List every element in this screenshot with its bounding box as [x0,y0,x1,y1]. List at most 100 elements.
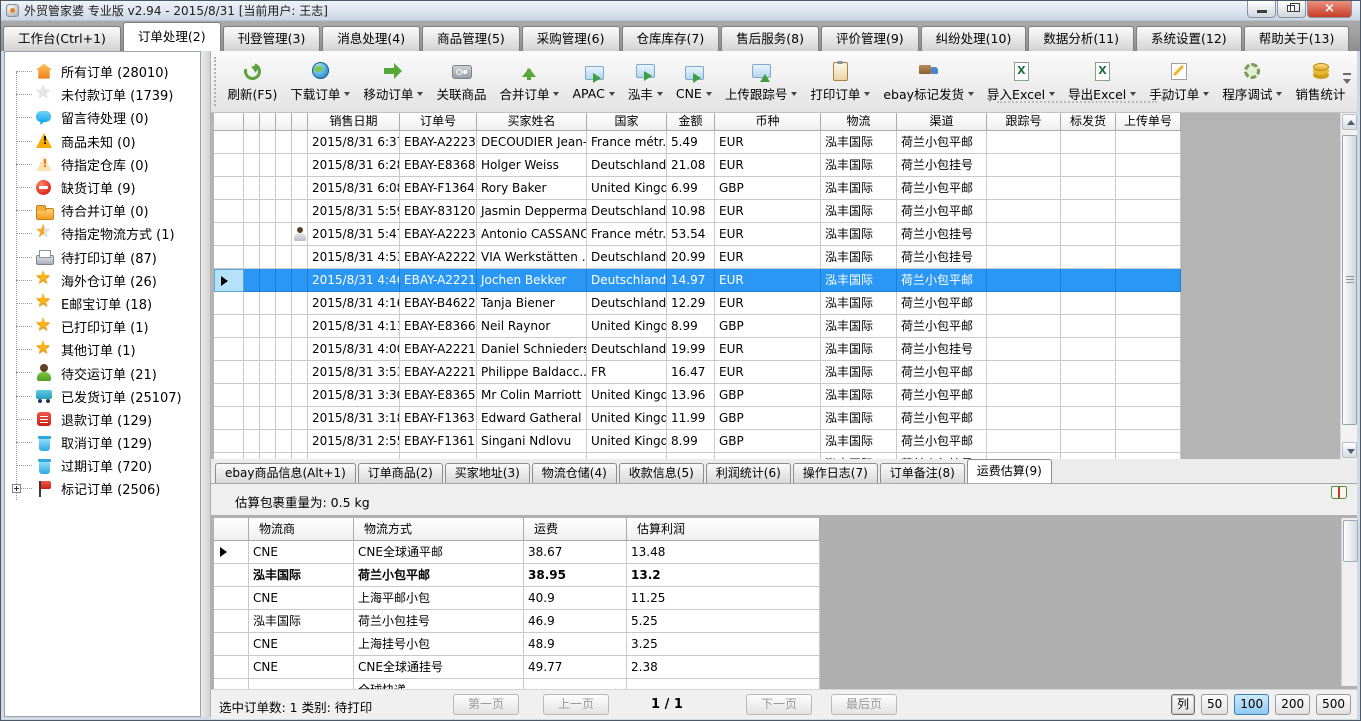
sidebar-item-messages-pending[interactable]: 留言待处理 (0) [5,106,200,129]
column-header-order_no[interactable]: 订单号 [400,113,477,131]
sidebar-item-unknown-product[interactable]: 商品未知 (0) [5,130,200,153]
table-row[interactable]: 2015/8/31 4:46EBAY-A22219Jochen BekkerDe… [214,269,1181,292]
table-row[interactable]: 2015/8/31 4:00EBAY-A22218Daniel Schniede… [214,338,1181,361]
sidebar-item-shipped-orders[interactable]: 已发货订单 (25107) [5,385,200,408]
column-header-profit[interactable]: 估算利润 [627,518,820,541]
shipping-row[interactable]: 全球快递 [214,679,820,689]
column-header-tracking[interactable]: 跟踪号 [987,113,1061,131]
restore-button[interactable] [1277,1,1306,18]
detail-tab-payment-info[interactable]: 收款信息(5) [619,463,704,483]
detail-tab-order-remarks[interactable]: 订单备注(8) [880,463,965,483]
sidebar-item-printed-orders[interactable]: 已打印订单 (1) [5,315,200,338]
menu-tab-aftersales[interactable]: 售后服务(8) [721,26,819,51]
table-row[interactable]: 2015/8/31 3:53EBAY-A22217Philippe Baldac… [214,361,1181,384]
last-page-button[interactable]: 最后页 [831,694,897,715]
table-row[interactable]: 2015/8/31 5:47EBAY-A22234Antonio CASSANO… [214,223,1181,246]
table-row[interactable]: 2015/8/31 3:18EBAY-F1363Edward GatheralU… [214,407,1181,430]
shipping-scrollbar[interactable] [1341,518,1357,686]
table-row[interactable]: 2015/8/31 2:55EBAY-F1361Singani NdlovuUn… [214,430,1181,453]
shipping-row[interactable]: CNE上海平邮小包40.911.25 [214,587,820,610]
ebay-mark-shipped-button[interactable]: ebay标记发货 [877,55,981,109]
column-header-buyer[interactable]: 买家姓名 [477,113,587,131]
page-size-button-500[interactable]: 500 [1316,694,1351,715]
column-header-fee[interactable]: 运费 [524,518,627,541]
prev-page-button[interactable]: 上一页 [543,694,609,715]
detail-tab-logistics-storage[interactable]: 物流仓储(4) [532,463,617,483]
sidebar-item-to-merge[interactable]: 待合并订单 (0) [5,199,200,222]
detail-tab-order-products[interactable]: 订单商品(2) [358,463,443,483]
menu-tab-disputes[interactable]: 纠纷处理(10) [921,26,1027,51]
table-row[interactable]: 2015/8/31 6:37EBAY-A22236DECOUDIER Jean-… [214,131,1181,154]
table-row[interactable]: 2015/8/31 4:11EBAY-E8366Neil RaynorUnite… [214,315,1181,338]
merge-orders-button[interactable]: 合并订单 [493,55,566,109]
sidebar-item-warehouse-unassigned[interactable]: 待指定仓库 (0) [5,153,200,176]
menu-tab-listing[interactable]: 刊登管理(3) [223,26,321,51]
page-size-button-200[interactable]: 200 [1275,694,1310,715]
sidebar-item-all-orders[interactable]: 所有订单 (28010) [5,60,200,83]
column-header-channel[interactable]: 渠道 [897,113,987,131]
column-header-logistics[interactable]: 物流 [821,113,897,131]
sidebar-item-cancelled-orders[interactable]: 取消订单 (129) [5,431,200,454]
menu-tab-reviews[interactable]: 评价管理(9) [821,26,919,51]
table-row[interactable]: 2015/8/31 4:53EBAY-A22220VIA Werkstätten… [214,246,1181,269]
apac-button[interactable]: APAC [566,55,621,109]
page-size-button-列[interactable]: 列 [1171,694,1195,715]
menu-tab-help[interactable]: 帮助关于(13) [1244,26,1350,51]
sidebar-item-overseas-warehouse[interactable]: 海外仓订单 (26) [5,269,200,292]
column-header-vendor[interactable]: 物流商 [249,518,354,541]
link-products-button[interactable]: 关联商品 [430,55,493,109]
detail-tab-ebay-product-info[interactable]: ebay商品信息(Alt+1) [215,463,356,483]
move-orders-button[interactable]: 移动订单 [357,55,430,109]
column-header-method[interactable]: 物流方式 [354,518,524,541]
scrollbar-thumb[interactable] [1342,135,1357,425]
menu-tab-settings[interactable]: 系统设置(12) [1136,26,1242,51]
column-header-country[interactable]: 国家 [587,113,667,131]
detail-tab-shipping-estimate[interactable]: 运费估算(9) [967,459,1052,483]
detail-tab-buyer-address[interactable]: 买家地址(3) [445,463,530,483]
menu-tab-analytics[interactable]: 数据分析(11) [1028,26,1134,51]
first-page-button[interactable]: 第一页 [453,694,519,715]
page-size-button-100[interactable]: 100 [1234,694,1269,715]
column-header-marked[interactable]: 标发货 [1061,113,1116,131]
table-row[interactable]: 2015/8/31 6:08EBAY-F1364Rory BakerUnited… [214,177,1181,200]
hongfeng-button[interactable]: 泓丰 [621,55,669,109]
table-row[interactable]: 2015/8/31 4:16EBAY-B4622Tanja BienerDeut… [214,292,1181,315]
menu-tab-orders[interactable]: 订单处理(2) [123,22,221,51]
table-row[interactable]: 2015/8/31 5:59EBAY-83120...Jasmin Depper… [214,200,1181,223]
sidebar-item-to-dispatch[interactable]: 待交运订单 (21) [5,361,200,384]
menu-tab-warehouse[interactable]: 仓库库存(7) [622,26,720,51]
sidebar-splitter[interactable] [201,51,211,717]
column-header-amount[interactable]: 金额 [667,113,715,131]
detail-tab-operation-log[interactable]: 操作日志(7) [793,463,878,483]
page-size-button-50[interactable]: 50 [1201,694,1228,715]
cne-button[interactable]: CNE [669,55,718,109]
shipping-row[interactable]: CNE上海挂号小包48.93.25 [214,633,820,656]
sidebar-item-other-orders[interactable]: 其他订单 (1) [5,338,200,361]
scroll-up-button[interactable] [1342,114,1357,130]
sidebar-item-logistics-unassigned[interactable]: 待指定物流方式 (1) [5,222,200,245]
table-row[interactable]: 2015/8/31 3:30EBAY-E8365Mr Colin Marriot… [214,384,1181,407]
menu-tab-workbench[interactable]: 工作台(Ctrl+1) [3,26,121,51]
detail-tab-profit-stats[interactable]: 利润统计(6) [706,463,791,483]
shipping-row[interactable]: 泓丰国际荷兰小包挂号46.95.25 [214,610,820,633]
close-button[interactable]: × [1307,1,1352,18]
sidebar-item-unpaid-orders[interactable]: 未付款订单 (1739) [5,83,200,106]
menu-tab-messages[interactable]: 消息处理(4) [322,26,420,51]
upload-tracking-button[interactable]: 上传跟踪号 [718,55,804,109]
expand-icon[interactable] [12,484,21,493]
refresh-button[interactable]: 刷新(F5) [221,55,284,109]
menu-tab-products[interactable]: 商品管理(5) [422,26,520,51]
scroll-down-button[interactable] [1342,442,1357,458]
orders-scrollbar[interactable] [1340,113,1357,459]
print-orders-button[interactable]: 打印订单 [804,55,877,109]
column-header-upload_no[interactable]: 上传单号 [1116,113,1181,131]
column-header-currency[interactable]: 币种 [715,113,821,131]
sidebar-item-eub-orders[interactable]: E邮宝订单 (18) [5,292,200,315]
table-row[interactable]: 2015/8/31 6:28EBAY-E8368Holger WeissDeut… [214,154,1181,177]
debug-button[interactable]: 程序调试 [1216,55,1289,109]
shipping-row[interactable]: 泓丰国际荷兰小包平邮38.9513.2 [214,564,820,587]
sidebar-item-to-print[interactable]: 待打印订单 (87) [5,246,200,269]
shipping-row[interactable]: CNECNE全球通挂号49.772.38 [214,656,820,679]
sidebar-item-expired-orders[interactable]: 过期订单 (720) [5,454,200,477]
column-header-date[interactable]: 销售日期 [308,113,400,131]
